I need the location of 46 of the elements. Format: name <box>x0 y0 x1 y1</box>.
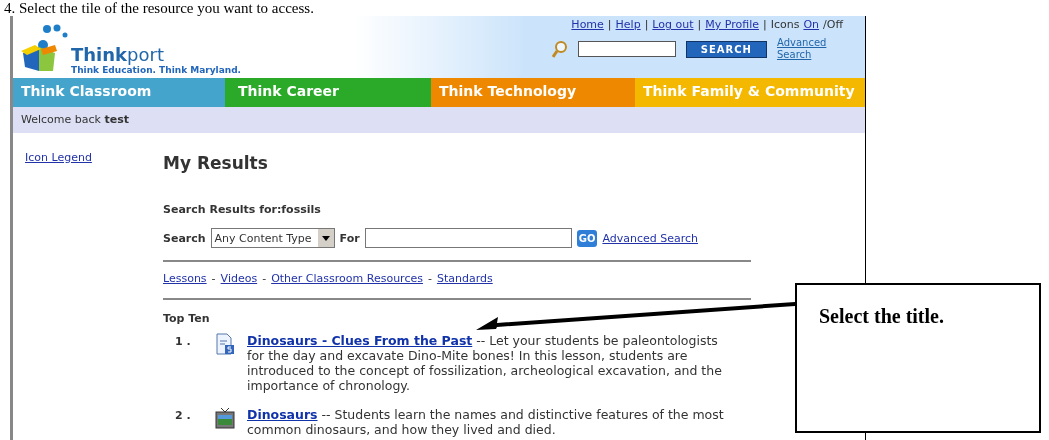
instruction-text: 4. Select the tile of the resource you want to access. <box>3 0 315 16</box>
header-link[interactable]: Help <box>615 18 641 31</box>
search-label: Search <box>163 231 206 245</box>
filter-link[interactable]: Videos <box>220 272 258 286</box>
welcome-text: Welcome back test <box>21 113 129 126</box>
icons-on-link[interactable]: On <box>803 18 820 31</box>
filter-separator: - <box>427 272 432 286</box>
page-heading: My Results <box>163 153 269 173</box>
content-type-dropdown[interactable]: Any Content Type <box>210 228 335 248</box>
logo-tagline: Think Education. Think Maryland. <box>71 65 241 75</box>
icons-off-label: /Off <box>823 18 843 31</box>
filter-separator: - <box>262 272 267 286</box>
search-button[interactable]: SEARCH <box>685 40 767 58</box>
advanced-search-link[interactable]: Advanced Search <box>777 37 843 61</box>
link-separator: | <box>762 18 767 31</box>
result-number: 2 . <box>175 408 192 422</box>
filter-separator: - <box>211 272 216 286</box>
header-link[interactable]: Log out <box>652 18 694 31</box>
tv-icon <box>215 407 235 429</box>
link-separator: | <box>697 18 702 31</box>
logo-wordmark: Thinkport <box>71 45 165 65</box>
search-results-label: Search Results for:fossils <box>163 203 322 216</box>
result-number: 1 . <box>175 334 192 348</box>
document-icon <box>215 333 235 355</box>
advanced-search-link[interactable]: Advanced Search <box>602 231 698 245</box>
icon-legend-link[interactable]: Icon Legend <box>25 151 92 164</box>
filter-link[interactable]: Standards <box>436 272 493 286</box>
caret-icon <box>317 229 334 247</box>
icons-label: Icons <box>770 18 800 31</box>
header-link[interactable]: Home <box>571 18 604 31</box>
header-link[interactable]: My Profile <box>705 18 759 31</box>
section-title: Top Ten <box>163 312 210 325</box>
search-field[interactable] <box>577 41 676 57</box>
link-separator: | <box>644 18 649 31</box>
callout-text: Select the title. <box>819 305 944 327</box>
result-title-link[interactable]: Dinosaurs <box>247 407 318 422</box>
filter-link[interactable]: Lessons <box>163 272 207 286</box>
result-description: Dinosaurs -- Students learn the names and distinctive features of the most common dinosaurs, and how they lived and died. <box>247 407 725 437</box>
search-field[interactable] <box>364 228 572 248</box>
search-icon <box>551 40 568 58</box>
for-label: For <box>339 231 360 245</box>
result-description: Dinosaurs - Clues From the Past -- Let your students be paleontologists for the day and excavate Dino-Mite bones! In this lesson, students are introduced to the concept of fossilization, archeological excavation, and the importance of chronology. <box>247 333 723 393</box>
link-separator: | <box>607 18 612 31</box>
go-button[interactable]: GO <box>576 229 598 247</box>
result-title-link[interactable]: Dinosaurs - Clues From the Past <box>247 333 473 348</box>
filter-link[interactable]: Other Classroom Resources <box>271 272 423 286</box>
